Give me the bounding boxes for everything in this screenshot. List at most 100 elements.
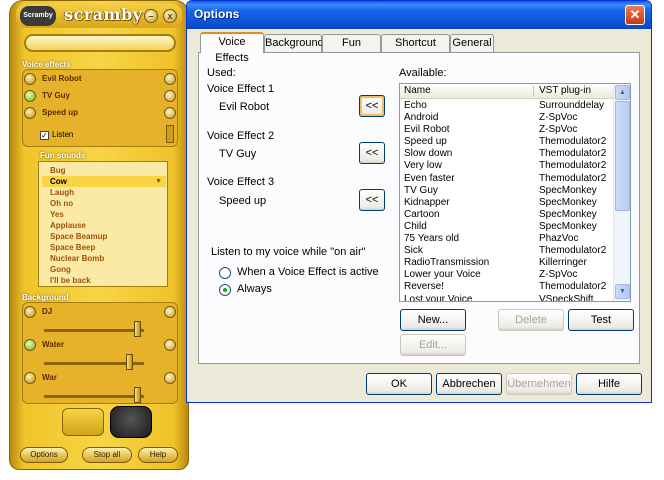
- listen-checkbox[interactable]: ✓: [40, 131, 49, 140]
- tab-general[interactable]: General: [450, 34, 494, 52]
- assign-effect-1-button[interactable]: <<: [359, 95, 385, 117]
- list-item[interactable]: Reverse! Themodulator2: [400, 281, 616, 293]
- list-item[interactable]: Speed up Themodulator2: [400, 136, 616, 148]
- knob-icon[interactable]: [164, 73, 176, 85]
- tab-voice-effects[interactable]: Voice Effects: [200, 32, 264, 64]
- list-item[interactable]: RadioTransmission Killerringer: [400, 257, 616, 269]
- test-effect-button[interactable]: Test: [568, 309, 634, 331]
- water-volume-thumb[interactable]: [126, 354, 133, 370]
- tab-background[interactable]: Background: [264, 34, 324, 52]
- fun-sound-item[interactable]: Bug: [42, 165, 166, 176]
- led-icon: [24, 339, 36, 351]
- radio-always-label: Always: [237, 283, 272, 295]
- scrollbar-thumb[interactable]: [615, 101, 630, 211]
- list-item[interactable]: Lower your Voice Z-SpVoc: [400, 269, 616, 281]
- effect-name-cell: Android: [404, 112, 439, 124]
- vst-plugin-cell: Surrounddelay: [539, 100, 605, 111]
- column-header-vst[interactable]: VST plug-in: [539, 85, 591, 96]
- assign-effect-2-button[interactable]: <<: [359, 142, 385, 164]
- cancel-button[interactable]: Abbrechen: [436, 373, 502, 395]
- fun-sound-item[interactable]: Oh no: [42, 198, 166, 209]
- fun-sound-item[interactable]: Space Beamup: [42, 231, 166, 242]
- scramby-voice-pad[interactable]: [110, 406, 152, 438]
- minimize-button[interactable]: –: [144, 9, 158, 23]
- options-button[interactable]: Options: [20, 447, 68, 463]
- effect-name-cell: RadioTransmission: [404, 257, 490, 269]
- list-item[interactable]: Cartoon SpecMonkey: [400, 209, 616, 221]
- list-item[interactable]: 75 Years old PhazVoc: [400, 233, 616, 245]
- ok-button[interactable]: OK: [366, 373, 432, 395]
- listen-slider-thumb[interactable]: [166, 125, 174, 143]
- knob-icon[interactable]: [164, 339, 176, 351]
- new-effect-button[interactable]: New...: [400, 309, 466, 331]
- dialog-close-button[interactable]: ✕: [625, 5, 645, 25]
- available-effects-list[interactable]: Name VST plug-in Echo Surrounddelay Andro…: [399, 83, 631, 302]
- led-icon: [24, 306, 36, 318]
- list-item[interactable]: Echo Surrounddelay: [400, 100, 616, 112]
- background-item[interactable]: DJ: [20, 305, 178, 320]
- delete-effect-button[interactable]: Delete: [498, 309, 564, 331]
- voice-effect-label: Speed up: [42, 108, 79, 117]
- tab-fun-sounds[interactable]: Fun Sounds: [322, 34, 381, 65]
- list-header: Name VST plug-in: [400, 84, 616, 99]
- edit-effect-button[interactable]: Edit...: [400, 334, 466, 356]
- effect-name-cell: Very low: [404, 160, 442, 172]
- vst-plugin-cell: Themodulator2: [539, 245, 607, 257]
- fun-sound-item[interactable]: I'll be back: [42, 275, 166, 286]
- fun-sound-item[interactable]: Space Beep: [42, 242, 166, 253]
- led-icon: [24, 73, 36, 85]
- knob-icon[interactable]: [164, 90, 176, 102]
- voice-effect-item[interactable]: Speed up: [20, 106, 178, 121]
- vst-plugin-cell: Z-SpVoc: [539, 112, 578, 124]
- list-item[interactable]: Child SpecMonkey: [400, 221, 616, 233]
- knob-icon[interactable]: [164, 107, 176, 119]
- fun-sound-item[interactable]: Nuclear Bomb: [42, 253, 166, 264]
- voice-effect-label: TV Guy: [42, 91, 71, 100]
- scroll-down-icon[interactable]: ▼: [615, 284, 630, 299]
- knob-icon[interactable]: [164, 372, 176, 384]
- fun-sound-item-selected[interactable]: Cow ▼: [42, 176, 166, 187]
- effect-name-cell: Slow down: [404, 148, 453, 160]
- list-item[interactable]: Lost your Voice VSpeckShift: [400, 293, 616, 302]
- list-item[interactable]: TV Guy SpecMonkey: [400, 185, 616, 197]
- list-item[interactable]: Kidnapper SpecMonkey: [400, 197, 616, 209]
- list-scrollbar[interactable]: ▲ ▼: [613, 84, 630, 301]
- list-item[interactable]: Even faster Themodulator2: [400, 173, 616, 185]
- list-item[interactable]: Slow down Themodulator2: [400, 148, 616, 160]
- tab-shortcut-keys[interactable]: Shortcut Keys: [381, 34, 450, 65]
- column-header-name[interactable]: Name: [404, 85, 431, 96]
- scramby-logo-badge: Scramby: [20, 6, 56, 26]
- scramby-pad[interactable]: [62, 408, 104, 436]
- apply-button[interactable]: Übernehmen: [506, 373, 572, 395]
- knob-icon[interactable]: [164, 306, 176, 318]
- effect-name-cell: Evil Robot: [404, 124, 450, 136]
- voice-effect-item[interactable]: TV Guy: [20, 89, 178, 104]
- radio-when-active[interactable]: [219, 267, 231, 279]
- assign-effect-3-button[interactable]: <<: [359, 189, 385, 211]
- list-item[interactable]: Evil Robot Z-SpVoc: [400, 124, 616, 136]
- voice-effect-item[interactable]: Evil Robot: [20, 72, 178, 87]
- led-icon: [24, 90, 36, 102]
- fun-sound-item[interactable]: Applause: [42, 220, 166, 231]
- background-item[interactable]: Water: [20, 338, 178, 353]
- fun-sound-item[interactable]: Yes: [42, 209, 166, 220]
- vst-plugin-cell: Themodulator2: [539, 160, 607, 172]
- war-volume-thumb[interactable]: [134, 387, 141, 403]
- help-button[interactable]: Help: [138, 447, 178, 463]
- list-item[interactable]: Very low Themodulator2: [400, 160, 616, 172]
- effect-name-cell: Cartoon: [404, 208, 440, 220]
- vst-plugin-cell: VSpeckShift: [539, 293, 594, 302]
- dj-volume-thumb[interactable]: [134, 321, 141, 337]
- scroll-up-icon[interactable]: ▲: [615, 85, 630, 100]
- fun-sound-item[interactable]: Gong: [42, 264, 166, 275]
- close-button[interactable]: x: [163, 9, 177, 23]
- radio-always[interactable]: [219, 284, 231, 296]
- list-item[interactable]: Sick Themodulator2: [400, 245, 616, 257]
- stop-all-button[interactable]: Stop all: [82, 447, 132, 463]
- help-dialog-button[interactable]: Hilfe: [576, 373, 642, 395]
- list-item[interactable]: Android Z-SpVoc: [400, 112, 616, 124]
- fun-sound-item[interactable]: Laugh: [42, 187, 166, 198]
- background-item[interactable]: War: [20, 371, 178, 386]
- dialog-titlebar[interactable]: Options ✕: [187, 1, 651, 29]
- led-icon: [24, 107, 36, 119]
